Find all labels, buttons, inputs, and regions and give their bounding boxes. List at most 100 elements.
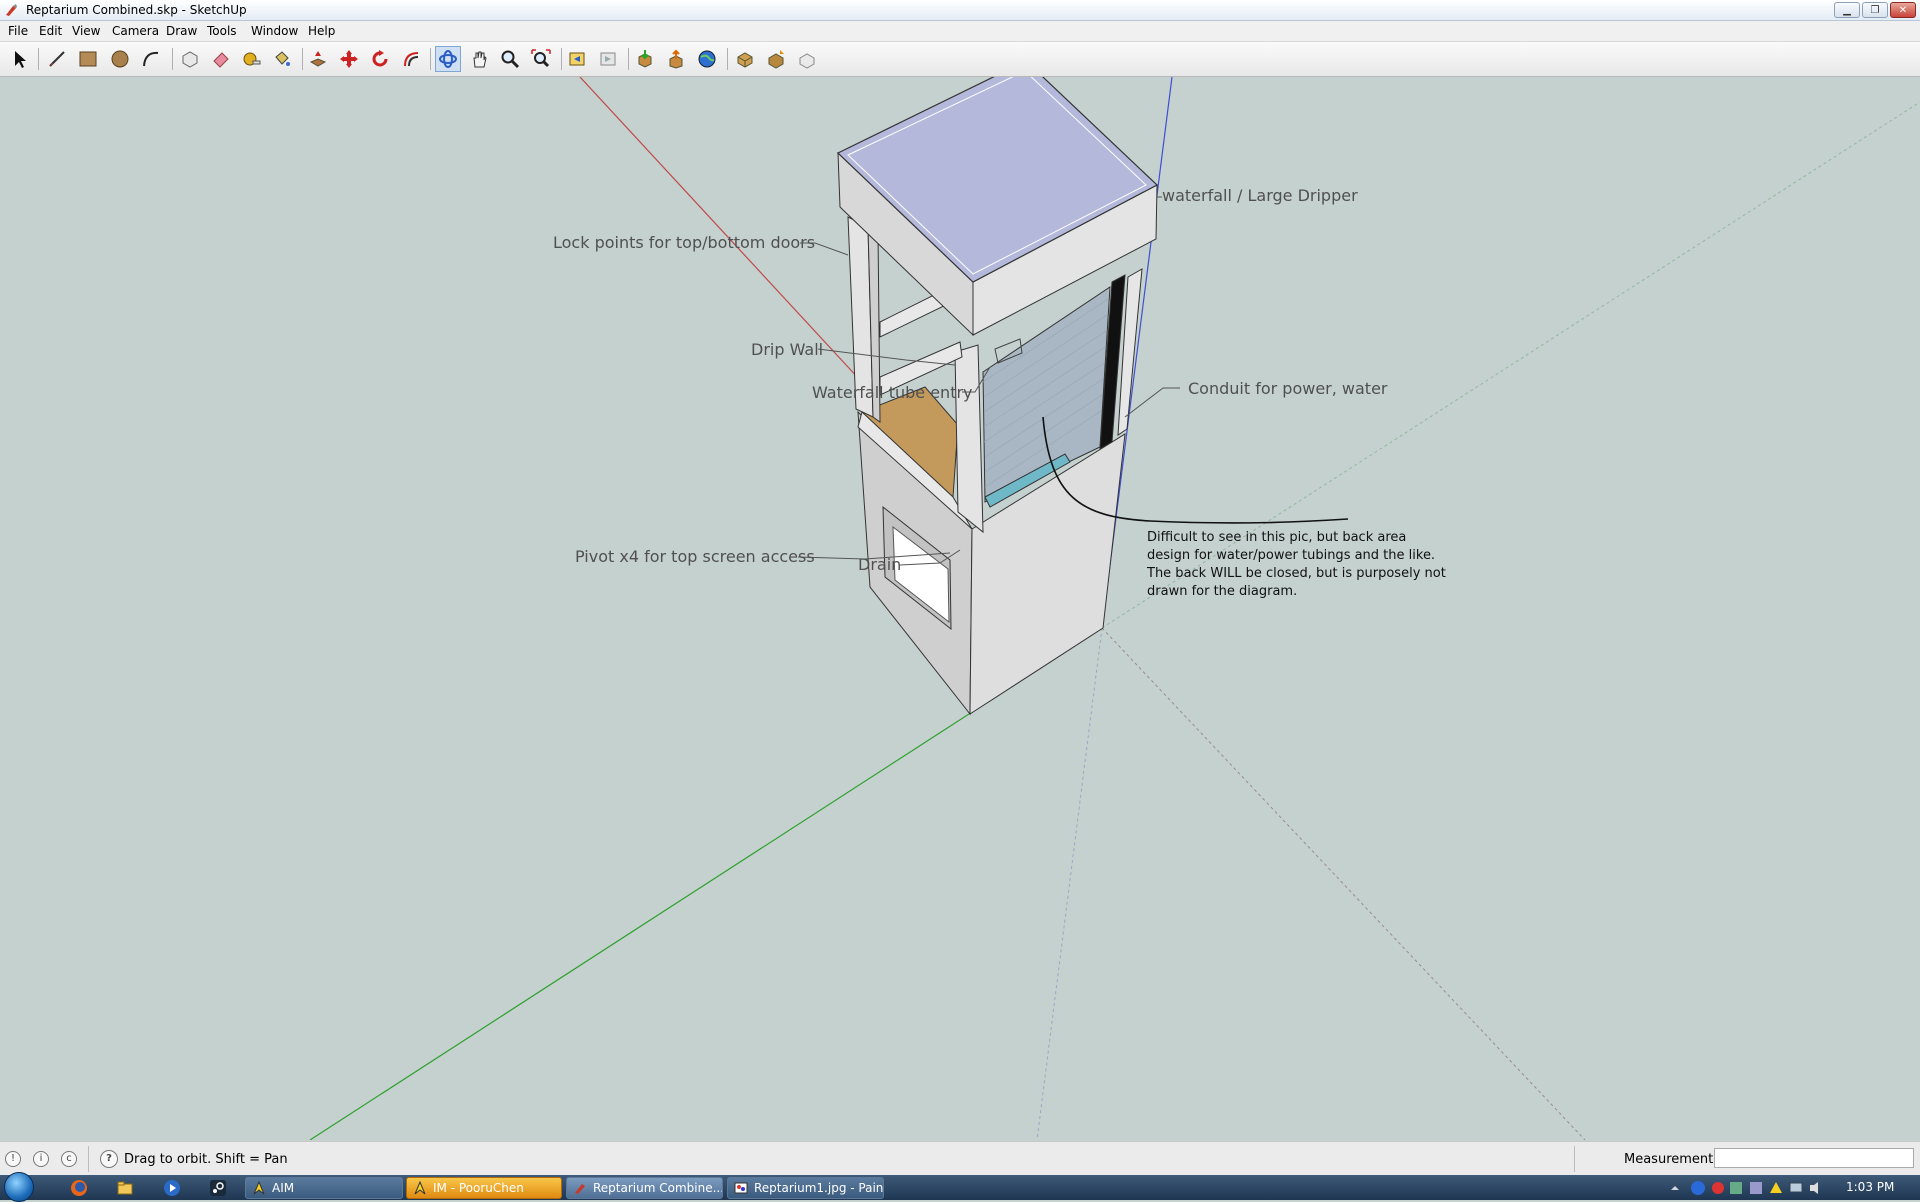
rotate-tool[interactable] [367,46,393,72]
model-viewport[interactable]: waterfall / Large Dripper Lock points fo… [0,77,1920,1140]
label-pivot: Pivot x4 for top screen access [575,547,815,566]
menu-view[interactable]: View [72,24,100,38]
measurements-label: Measurements [1624,1152,1721,1167]
rectangle-tool[interactable] [75,46,101,72]
select-icon [15,51,26,68]
status-hint: Drag to orbit. Shift = Pan [124,1152,288,1167]
google-earth-tool[interactable] [694,46,720,72]
geolocation-icon[interactable]: ! [5,1151,21,1167]
window-title: Reptarium Combined.skp - SketchUp [26,3,247,17]
taskbar-clock: 1:03 PM [1846,1180,1895,1194]
google-earth-icon [698,50,716,68]
red-axis-dashed [1101,627,1586,1140]
extension-icon [799,53,815,69]
tape-measure-icon [243,52,261,66]
label-waterfall-tube: Waterfall tube entry [812,383,973,402]
next-view-icon [600,52,616,66]
measurements-input[interactable] [1714,1148,1914,1168]
share-component-icon [768,50,784,69]
get-models-tool[interactable] [632,46,658,72]
menu-edit[interactable]: Edit [39,24,62,38]
move-tool[interactable] [336,46,362,72]
make-component-icon [182,51,198,68]
push-pull-icon [309,51,327,67]
status-bar: ! i c ? Drag to orbit. Shift = Pan Measu… [0,1141,1920,1176]
explorer-folder-icon[interactable] [116,1179,134,1197]
share-component-tool[interactable] [763,46,789,72]
red-axis [579,77,861,381]
task-sketchup[interactable]: Reptarium Combine... [566,1177,723,1199]
start-button[interactable] [4,1172,34,1202]
rotate-icon [372,50,388,67]
line-tool[interactable] [44,46,70,72]
task-paint[interactable]: Reptarium1.jpg - Paint [727,1177,884,1199]
task-im-pooruchen[interactable]: IM - PooruChen [406,1177,562,1199]
get-models-icon [638,50,652,68]
media-player-icon[interactable] [163,1179,181,1197]
pan-icon [473,51,487,68]
push-pull-tool[interactable] [305,46,331,72]
circle-icon [111,50,129,68]
model-canvas[interactable] [0,77,1920,1140]
menu-help[interactable]: Help [308,24,335,38]
pan-tool[interactable] [466,46,492,72]
design-note: Difficult to see in this pic, but back a… [1147,530,1446,599]
orbit-icon [439,50,457,68]
components-tool[interactable] [732,46,758,72]
orbit-tool[interactable] [435,46,461,72]
zoom-icon [501,50,520,69]
front-post [954,344,984,534]
aim-icon [253,1181,265,1195]
select-tool[interactable] [7,46,33,72]
eraser-tool[interactable] [208,46,234,72]
share-model-tool[interactable] [663,46,689,72]
menu-tools[interactable]: Tools [207,24,237,38]
rectangle-icon [79,51,97,67]
menu-draw[interactable]: Draw [166,24,197,38]
taskbar: AIM IM - PooruChen Reptarium Combine... … [0,1172,1920,1202]
task-aim[interactable]: AIM [245,1177,403,1199]
arc-tool[interactable] [138,46,164,72]
offset-tool[interactable] [398,46,424,72]
tape-measure-tool[interactable] [238,46,264,72]
close-button[interactable]: ✕ [1890,2,1916,18]
zoom-extents-tool[interactable] [528,46,554,72]
zoom-tool[interactable] [497,46,523,72]
offset-icon [404,52,419,67]
firefox-icon[interactable] [70,1179,88,1197]
make-component-tool[interactable] [177,46,203,72]
minimize-button[interactable]: ▁ [1834,2,1860,18]
share-model-icon [669,49,683,69]
menu-bar: File Edit View Camera Draw Tools Window … [0,21,1920,42]
main-toolbar [0,42,1920,77]
menu-file[interactable]: File [8,24,28,38]
zoom-extents-icon [531,49,551,68]
line-icon [49,51,65,67]
circle-tool[interactable] [107,46,133,72]
user-icon[interactable]: c [61,1151,77,1167]
label-drip-wall: Drip Wall [751,340,824,359]
label-waterfall: waterfall / Large Dripper [1162,186,1358,205]
sketchup-app-icon [6,4,17,16]
arc-icon [143,51,159,67]
system-tray [1671,1181,1818,1195]
previous-view-icon [569,52,585,66]
help-icon[interactable]: ? [100,1150,118,1168]
paint-bucket-icon [275,51,290,66]
paint-icon [734,1182,748,1194]
aim-icon [414,1181,426,1195]
next-view-tool[interactable] [595,46,621,72]
label-lock-points: Lock points for top/bottom doors [553,233,816,252]
extension-tool[interactable] [794,46,820,72]
eraser-icon [213,52,229,68]
steam-icon[interactable] [209,1179,227,1197]
paint-bucket-tool[interactable] [269,46,295,72]
menu-camera[interactable]: Camera [112,24,159,38]
label-conduit: Conduit for power, water [1188,379,1388,398]
credits-icon[interactable]: i [33,1151,49,1167]
menu-window[interactable]: Window [251,24,298,38]
previous-view-tool[interactable] [564,46,590,72]
sketchup-icon [575,1184,585,1194]
title-bar: Reptarium Combined.skp - SketchUp ▁ ❐ ✕ [0,0,1920,21]
restore-button[interactable]: ❐ [1862,2,1888,18]
